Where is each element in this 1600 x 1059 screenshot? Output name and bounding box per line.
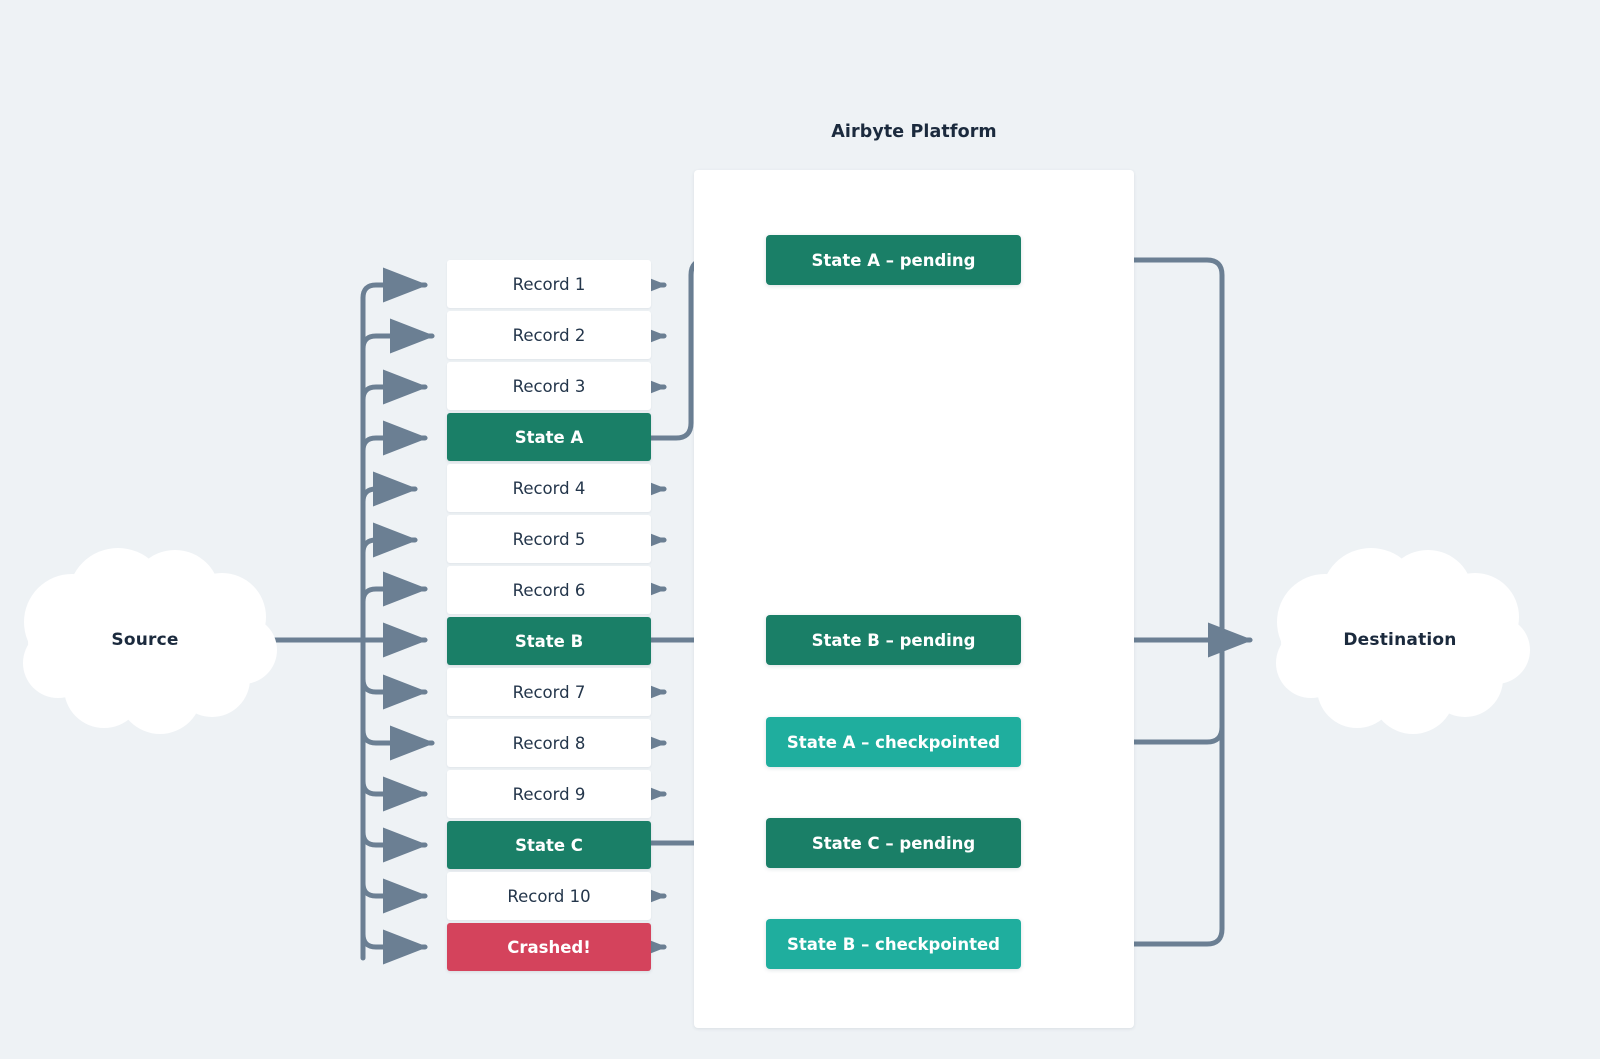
- stack-row-label: Record 6: [512, 580, 586, 600]
- stack-row: Record 5: [447, 515, 651, 563]
- stack-row: State A: [447, 413, 651, 461]
- stack-row-label: Record 8: [512, 733, 586, 753]
- stack-row: Record 7: [447, 668, 651, 716]
- stack-row: Record 1: [447, 260, 651, 308]
- destination-label: Destination: [1343, 630, 1457, 650]
- stack-row-label: Record 1: [512, 274, 586, 294]
- record-stack: Record 1 Record 2 Record 3 State A Record 4 R…: [447, 260, 651, 974]
- stack-row: Record 2: [447, 311, 651, 359]
- platform-state-label: State C – pending: [811, 833, 976, 853]
- airbyte-platform-panel: [694, 170, 1134, 1028]
- stack-row-label: Record 7: [512, 682, 586, 702]
- stack-row-label: State C: [515, 835, 583, 855]
- platform-state-label: State A – checkpointed: [786, 732, 1001, 752]
- stack-row: Crashed!: [447, 923, 651, 971]
- stack-row-label: Record 2: [512, 325, 586, 345]
- platform-state-box: State C – pending: [766, 818, 1021, 868]
- stack-row: State B: [447, 617, 651, 665]
- stack-row: State C: [447, 821, 651, 869]
- platform-state-label: State B – pending: [811, 630, 976, 650]
- platform-state-box: State A – pending: [766, 235, 1021, 285]
- stack-row-label: Crashed!: [507, 937, 591, 957]
- stack-row-label: Record 9: [512, 784, 586, 804]
- stack-row-label: Record 5: [512, 529, 586, 549]
- stack-row: Record 4: [447, 464, 651, 512]
- platform-state-label: State B – checkpointed: [787, 934, 1000, 954]
- stack-row-label: State A: [514, 427, 584, 447]
- stack-row-label: Record 4: [512, 478, 586, 498]
- stack-row-label: Record 3: [512, 376, 586, 396]
- stack-row: Record 9: [447, 770, 651, 818]
- platform-state-box: State B – pending: [766, 615, 1021, 665]
- platform-state-box: State A – checkpointed: [766, 717, 1021, 767]
- source-label: Source: [111, 630, 179, 650]
- stack-row-label: State B: [514, 631, 584, 651]
- platform-title: Airbyte Platform: [831, 122, 997, 142]
- stack-row: Record 8: [447, 719, 651, 767]
- stack-row: Record 6: [447, 566, 651, 614]
- platform-state-label: State A – pending: [811, 250, 976, 270]
- stack-row-label: Record 10: [507, 886, 591, 906]
- stack-row: Record 10: [447, 872, 651, 920]
- stack-row: Record 3: [447, 362, 651, 410]
- diagram-canvas: Airbyte Platform Source Destination Reco…: [0, 0, 1600, 1059]
- platform-state-box: State B – checkpointed: [766, 919, 1021, 969]
